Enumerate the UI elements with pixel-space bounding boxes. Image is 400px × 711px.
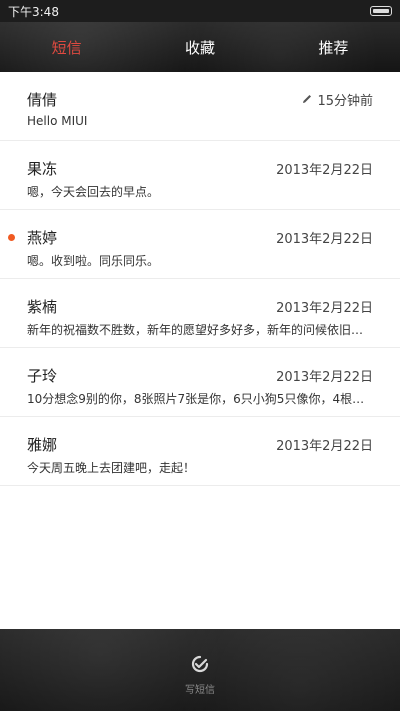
contact-name: 果冻 (27, 159, 58, 178)
conversation-item[interactable]: 子玲 2013年2月22日 10分想念9别的你，8张照片7张是你，6只小狗5只像… (0, 348, 400, 417)
message-preview: 新年的祝福数不胜数，新年的愿望好多好多，新年的问候依旧美好… (27, 323, 373, 337)
conversation-item[interactable]: 燕婷 2013年2月22日 嗯。收到啦。同乐同乐。 (0, 210, 400, 279)
conversation-item[interactable]: 果冻 2013年2月22日 嗯，今天会回去的早点。 (0, 141, 400, 210)
contact-name: 倩倩 (27, 90, 58, 109)
bottom-bar: 写短信 (0, 629, 400, 711)
conversation-date: 2013年2月22日 (276, 300, 373, 316)
status-bar: 下午3:48 (0, 0, 400, 22)
compose-button[interactable]: 写短信 (185, 653, 215, 696)
contact-name: 雅娜 (27, 435, 58, 454)
compose-label: 写短信 (185, 685, 215, 696)
conversation-item[interactable]: 紫楠 2013年2月22日 新年的祝福数不胜数，新年的愿望好多好多，新年的问候依… (0, 279, 400, 348)
conversation-list: 倩倩 15分钟前 Hello MIUI 果冻 2013年2月22日 嗯，今天会回… (0, 72, 400, 629)
message-preview: Hello MIUI (27, 114, 88, 128)
status-time: 下午3:48 (8, 4, 59, 19)
tab-recommended[interactable]: 推荐 (267, 37, 400, 58)
conversation-date: 2013年2月22日 (276, 231, 373, 247)
unread-dot-icon (8, 234, 15, 241)
conversation-date: 2013年2月22日 (276, 162, 373, 178)
conversation-item[interactable]: 雅娜 2013年2月22日 今天周五晚上去团建吧，走起！ (0, 417, 400, 486)
conversation-item[interactable]: 倩倩 15分钟前 Hello MIUI (0, 72, 400, 141)
conversation-date: 2013年2月22日 (276, 369, 373, 385)
conversation-date-text: 15分钟前 (317, 93, 373, 109)
tab-favorites[interactable]: 收藏 (133, 37, 266, 58)
tab-bar: 短信 收藏 推荐 (0, 22, 400, 72)
battery-icon (370, 6, 392, 16)
contact-name: 子玲 (27, 366, 58, 385)
pencil-icon (303, 95, 312, 103)
message-preview: 10分想念9别的你，8张照片7张是你，6只小狗5只像你，4根骨头… (27, 392, 373, 406)
tab-sms[interactable]: 短信 (0, 37, 133, 58)
conversation-date: 2013年2月22日 (276, 438, 373, 454)
contact-name: 燕婷 (27, 228, 58, 247)
message-preview: 嗯。收到啦。同乐同乐。 (27, 254, 160, 268)
compose-icon (191, 655, 209, 673)
message-preview: 嗯，今天会回去的早点。 (27, 185, 160, 199)
messaging-app: 下午3:48 短信 收藏 推荐 倩倩 15分钟前 Hello MIUI 果冻 2… (0, 0, 400, 711)
message-preview: 今天周五晚上去团建吧，走起！ (27, 461, 196, 475)
contact-name: 紫楠 (27, 297, 58, 316)
conversation-date: 15分钟前 (301, 90, 373, 109)
